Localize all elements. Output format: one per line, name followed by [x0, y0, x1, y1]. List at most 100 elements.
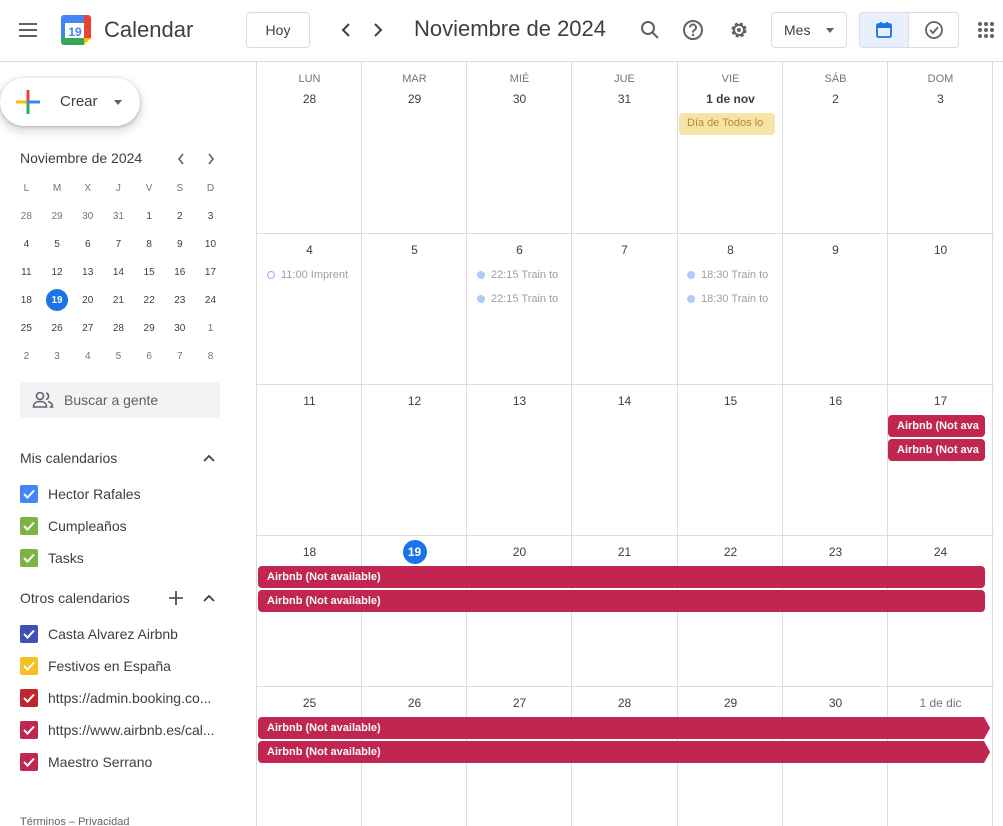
mini-day[interactable]: 29	[134, 316, 165, 340]
mini-day[interactable]: 5	[103, 344, 134, 368]
mini-day[interactable]: 18	[11, 288, 42, 312]
mini-day[interactable]: 1	[195, 316, 226, 340]
mini-day[interactable]: 4	[72, 344, 103, 368]
mini-day[interactable]: 24	[195, 288, 226, 312]
day-number[interactable]: 30	[467, 92, 572, 106]
day-number[interactable]: 3	[888, 92, 993, 106]
day-number[interactable]: 5	[362, 243, 467, 257]
mini-day[interactable]: 15	[134, 260, 165, 284]
day-number[interactable]: 14	[572, 394, 677, 408]
mini-day[interactable]: 30	[164, 316, 195, 340]
mini-day[interactable]: 23	[164, 288, 195, 312]
calendar-checkbox[interactable]	[20, 721, 38, 739]
mini-day-today[interactable]: 19	[42, 288, 73, 312]
mini-day[interactable]: 14	[103, 260, 134, 284]
mini-day[interactable]: 21	[103, 288, 134, 312]
calendar-item-maestro-serrano[interactable]: Maestro Serrano	[20, 751, 152, 773]
mini-day[interactable]: 4	[11, 232, 42, 256]
timed-event[interactable]: 18:30 Train to	[687, 289, 775, 309]
mini-day[interactable]: 26	[42, 316, 73, 340]
mini-day[interactable]: 30	[72, 204, 103, 228]
day-number[interactable]: 1 de nov	[678, 92, 783, 106]
mini-day[interactable]: 10	[195, 232, 226, 256]
mini-day[interactable]: 13	[72, 260, 103, 284]
mini-day[interactable]: 6	[134, 344, 165, 368]
airbnb-event-bar[interactable]: Airbnb (Not ava	[888, 439, 985, 461]
mini-day[interactable]: 3	[195, 204, 226, 228]
mini-day[interactable]: 2	[164, 204, 195, 228]
day-number[interactable]: 23	[783, 545, 888, 559]
mini-day[interactable]: 20	[72, 288, 103, 312]
day-number[interactable]: 28	[572, 696, 677, 710]
mini-day[interactable]: 8	[195, 344, 226, 368]
airbnb-event-bar[interactable]: Airbnb (Not available)	[258, 717, 984, 739]
search-button[interactable]	[632, 12, 668, 48]
calendar-checkbox[interactable]	[20, 517, 38, 535]
mini-day[interactable]: 6	[72, 232, 103, 256]
calendar-item-hector-rafales[interactable]: Hector Rafales	[20, 483, 141, 505]
day-number[interactable]: 29	[362, 92, 467, 106]
day-number[interactable]: 27	[467, 696, 572, 710]
holiday-event-chip[interactable]: Día de Todos lo	[679, 113, 775, 135]
calendar-checkbox[interactable]	[20, 485, 38, 503]
calendar-item-booking[interactable]: https://admin.booking.co...	[20, 687, 211, 709]
calendar-checkbox[interactable]	[20, 625, 38, 643]
mini-day[interactable]: 9	[164, 232, 195, 256]
day-number-today[interactable]: 19	[362, 540, 467, 564]
mini-day[interactable]: 17	[195, 260, 226, 284]
mini-day[interactable]: 28	[103, 316, 134, 340]
previous-period-button[interactable]	[330, 14, 362, 46]
settings-button[interactable]	[721, 12, 757, 48]
day-number[interactable]: 20	[467, 545, 572, 559]
day-number[interactable]: 15	[678, 394, 783, 408]
calendar-item-tasks[interactable]: Tasks	[20, 547, 84, 569]
day-number[interactable]: 1 de dic	[888, 696, 993, 710]
day-number[interactable]: 18	[257, 545, 362, 559]
day-number[interactable]: 17	[888, 394, 993, 408]
day-number[interactable]: 11	[257, 394, 362, 408]
day-number[interactable]: 30	[783, 696, 888, 710]
day-number[interactable]: 7	[572, 243, 677, 257]
mini-day[interactable]: 22	[134, 288, 165, 312]
apps-launcher-button[interactable]	[968, 12, 1003, 48]
day-number[interactable]: 6	[467, 243, 572, 257]
calendar-item-casta-alvarez-airbnb[interactable]: Casta Alvarez Airbnb	[20, 623, 178, 645]
airbnb-event-bar[interactable]: Airbnb (Not available)	[258, 566, 985, 588]
timed-event[interactable]: 18:30 Train to	[687, 265, 775, 285]
day-number[interactable]: 28	[257, 92, 362, 106]
mini-day[interactable]: 1	[134, 204, 165, 228]
next-period-button[interactable]	[362, 14, 394, 46]
airbnb-event-bar[interactable]: Airbnb (Not available)	[258, 741, 984, 763]
day-number[interactable]: 24	[888, 545, 993, 559]
day-number[interactable]: 31	[572, 92, 677, 106]
day-number[interactable]: 9	[783, 243, 888, 257]
day-number[interactable]: 21	[572, 545, 677, 559]
calendar-checkbox[interactable]	[20, 657, 38, 675]
day-number[interactable]: 8	[678, 243, 783, 257]
mini-day[interactable]: 7	[164, 344, 195, 368]
day-number[interactable]: 13	[467, 394, 572, 408]
airbnb-event-bar[interactable]: Airbnb (Not ava	[888, 415, 985, 437]
mini-day[interactable]: 5	[42, 232, 73, 256]
timed-event[interactable]: 11:00 Imprent	[267, 265, 355, 285]
day-number[interactable]: 10	[888, 243, 993, 257]
day-number[interactable]: 2	[783, 92, 888, 106]
mini-day[interactable]: 25	[11, 316, 42, 340]
day-number[interactable]: 25	[257, 696, 362, 710]
calendar-checkbox[interactable]	[20, 549, 38, 567]
calendar-item-airbnb[interactable]: https://www.airbnb.es/cal...	[20, 719, 215, 741]
timed-event[interactable]: 22:15 Train to	[477, 265, 565, 285]
mini-day[interactable]: 11	[11, 260, 42, 284]
terms-privacy-links[interactable]: Términos – Privacidad	[20, 816, 129, 826]
day-number[interactable]: 4	[257, 243, 362, 257]
day-number[interactable]: 29	[678, 696, 783, 710]
mini-day[interactable]: 3	[42, 344, 73, 368]
help-button[interactable]	[675, 12, 711, 48]
mini-day[interactable]: 31	[103, 204, 134, 228]
today-button[interactable]: Hoy	[246, 12, 310, 48]
mini-day[interactable]: 28	[11, 204, 42, 228]
day-number[interactable]: 16	[783, 394, 888, 408]
search-people-field[interactable]: Buscar a gente	[20, 382, 220, 418]
calendar-checkbox[interactable]	[20, 689, 38, 707]
other-calendars-collapse-button[interactable]	[197, 586, 221, 610]
